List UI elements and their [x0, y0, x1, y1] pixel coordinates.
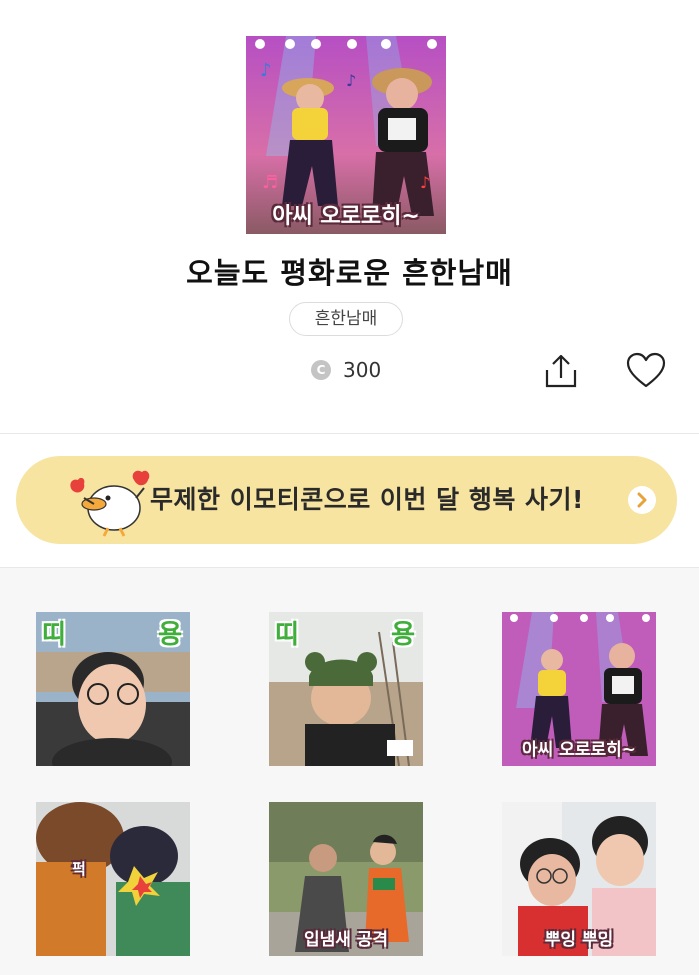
sticker-text-right: 용	[391, 620, 415, 650]
sticker-caption: 퍽	[72, 860, 86, 878]
sticker-text-left: 띠	[275, 620, 299, 650]
divider	[0, 433, 699, 434]
sticker-thumbnail[interactable]: 뿌잉 뿌잉	[502, 802, 656, 956]
duck-mascot-icon	[64, 468, 160, 540]
sticker-thumbnail[interactable]: 띠 용	[36, 612, 190, 766]
hero-caption: 아씨 오로로히~	[272, 204, 420, 229]
svg-text:♪: ♪	[420, 173, 430, 192]
sticker-caption: 입냄새 공격	[303, 930, 389, 950]
coin-icon: C	[311, 360, 331, 380]
sticker-thumbnail[interactable]: 퍽	[36, 802, 190, 956]
svg-text:♪: ♪	[346, 71, 356, 90]
sticker-thumbnail[interactable]: 아씨 오로로히~	[502, 612, 656, 766]
subscription-banner[interactable]: 무제한 이모티콘으로 이번 달 행복 사기!	[16, 456, 677, 544]
banner-arrow-button[interactable]	[628, 486, 656, 514]
share-icon	[545, 354, 577, 388]
sticker-caption: 뿌잉 뿌잉	[544, 930, 614, 950]
sticker-caption: 아씨 오로로히~	[521, 740, 636, 760]
sticker-text-right: 용	[158, 620, 182, 650]
sticker-thumbnail[interactable]: 입냄새 공격	[269, 802, 423, 956]
like-button[interactable]	[626, 352, 666, 390]
share-button[interactable]	[543, 352, 579, 390]
hero-sticker-preview[interactable]: ♪ ♪ ♬ ♪ 아씨 오로로히~	[246, 36, 446, 234]
chevron-right-icon	[637, 492, 647, 508]
sticker-text-left: 띠	[42, 620, 66, 650]
sticker-thumbnail[interactable]: 띠 용	[269, 612, 423, 766]
banner-text: 무제한 이모티콘으로 이번 달 행복 사기!	[150, 485, 584, 514]
price-value: 300	[343, 358, 382, 382]
emoticon-title: 오늘도 평화로운 흔한남매	[186, 256, 513, 290]
svg-text:♪: ♪	[260, 60, 272, 81]
author-chip[interactable]: 흔한남매	[289, 302, 403, 336]
price: C 300	[311, 358, 381, 382]
svg-text:♬: ♬	[262, 172, 278, 193]
heart-icon	[626, 352, 666, 388]
